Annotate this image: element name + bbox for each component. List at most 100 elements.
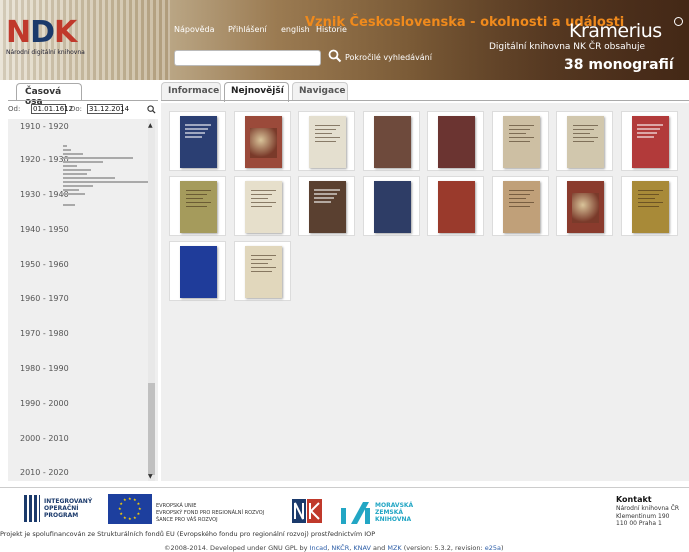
timeline-panel: Časová osa Od: 01.01.1612 Do: 31.12.2014… [8, 83, 158, 481]
cover-title-line [573, 141, 594, 142]
ndk-logo[interactable]: NDK Národní digitální knihovna [6, 18, 102, 58]
book-thumbnail[interactable] [556, 111, 613, 171]
tab-navigation[interactable]: Navigace [292, 82, 348, 100]
eu-star-icon: ★ [133, 514, 137, 520]
tab-timeline[interactable]: Časová osa [16, 83, 82, 107]
incad-link[interactable]: Incad [310, 544, 328, 552]
book-thumbnail[interactable] [427, 176, 484, 236]
book-thumbnail[interactable] [169, 111, 226, 171]
decade-label[interactable]: 1960 - 1970 [20, 294, 69, 303]
book-thumbnail[interactable] [233, 241, 291, 301]
circle-icon[interactable] [674, 17, 683, 26]
cover-title-line [637, 194, 659, 195]
year-bar[interactable] [63, 181, 148, 183]
cover-title-line [250, 259, 272, 260]
cover-title-line [315, 141, 336, 142]
book-thumbnail[interactable] [298, 176, 355, 236]
tab-divider [161, 100, 689, 101]
decade-label[interactable]: 1950 - 1960 [20, 260, 69, 269]
year-bar[interactable] [63, 153, 83, 155]
date-to-field[interactable]: 31.12.2014 [87, 104, 129, 114]
login-link[interactable]: Přihlášení [228, 25, 267, 34]
cover-title-line [508, 206, 530, 207]
book-thumbnail[interactable] [427, 111, 484, 171]
mzk-logo-text: MORAVSKÁ ZEMSKÁ KNIHOVNA [375, 502, 413, 523]
book-thumbnail[interactable] [362, 176, 420, 236]
mzk-text-line: ZEMSKÁ [375, 509, 404, 516]
decade-label[interactable]: 1990 - 2000 [20, 399, 69, 408]
book-thumbnail[interactable] [491, 111, 549, 171]
cover-title-line [314, 201, 331, 203]
date-filter: Od: 01.01.1612 Do: 31.12.2014 [8, 104, 158, 116]
year-bar[interactable] [63, 149, 71, 151]
decade-label[interactable]: 1920 - 1930 [20, 155, 69, 164]
tab-information[interactable]: Informace [161, 82, 221, 100]
mzk-link[interactable]: MZK [387, 544, 401, 552]
cover-title-line [185, 136, 202, 138]
year-bar[interactable] [63, 189, 79, 191]
cover-title-line [314, 193, 337, 195]
year-bar[interactable] [63, 145, 67, 147]
year-bar[interactable] [63, 157, 133, 159]
tab-newest[interactable]: Nejnovější [224, 82, 289, 102]
book-thumbnail[interactable] [233, 111, 291, 171]
decade-label[interactable]: 2010 - 2020 [20, 468, 69, 477]
scroll-down-arrow-icon[interactable]: ▼ [148, 473, 153, 480]
year-bar[interactable] [63, 185, 93, 187]
year-bar[interactable] [63, 204, 75, 206]
date-from-label: Od: [8, 105, 21, 113]
advanced-search-link[interactable]: Pokročilé vyhledávání [345, 53, 432, 62]
book-thumbnail[interactable] [169, 241, 226, 301]
year-bar[interactable] [63, 193, 85, 195]
version-text: (version: 5.3.2, revision: [401, 544, 485, 552]
book-thumbnail[interactable] [620, 176, 678, 236]
book-cover [244, 116, 282, 168]
year-bar[interactable] [63, 161, 103, 163]
knav-link[interactable]: KNAV [353, 544, 371, 552]
cover-title-line [637, 190, 663, 191]
eu-text-line: ŠANCE PRO VÁŠ ROZVOJ [156, 517, 218, 523]
year-bar[interactable] [63, 169, 91, 171]
book-cover [502, 181, 540, 233]
year-bar[interactable] [63, 165, 77, 167]
decade-label[interactable]: 1910 - 1920 [20, 122, 69, 131]
decade-label[interactable]: 1970 - 1980 [20, 329, 69, 338]
book-thumbnail[interactable] [298, 111, 355, 171]
nkcr-link[interactable]: NKČR [331, 544, 349, 552]
scroll-up-arrow-icon[interactable]: ▲ [148, 122, 153, 129]
help-link[interactable]: Nápověda [174, 25, 215, 34]
book-thumbnail[interactable] [362, 111, 420, 171]
year-bar[interactable] [63, 173, 87, 175]
search-icon[interactable] [147, 105, 156, 114]
decade-label[interactable]: 2000 - 2010 [20, 434, 69, 443]
book-thumbnail[interactable] [491, 176, 549, 236]
revision-link[interactable]: e25a [485, 544, 501, 552]
iop-logo-text: INTEGROVANÝ OPERAČNÍ PROGRAM [44, 498, 93, 519]
decade-label[interactable]: 1940 - 1950 [20, 225, 69, 234]
search-icon[interactable] [328, 49, 342, 63]
timeline-chart[interactable]: 1910 - 1920 1920 - 1930 1930 - 1940 1940… [8, 119, 158, 481]
cover-title-line [250, 255, 276, 256]
search-input[interactable] [174, 50, 321, 66]
book-thumbnail[interactable] [620, 111, 678, 171]
eu-text: EVROPSKÁ UNIE EVROPSKÝ FOND PRO REGIONÁL… [156, 503, 264, 524]
timeline-scroll-thumb[interactable] [148, 383, 155, 475]
book-cover [631, 181, 669, 233]
eu-text-line: EVROPSKÝ FOND PRO REGIONÁLNÍ ROZVOJ [156, 510, 265, 516]
cover-title-line [315, 133, 332, 134]
cover-title-line [250, 271, 272, 272]
eu-flag-icon: ★ ★ ★ ★ ★ ★ ★ ★ ★ ★ ★ ★ [108, 494, 152, 524]
cover-title-line [185, 132, 205, 134]
cover-title-line [573, 137, 598, 138]
book-thumbnail[interactable] [556, 176, 613, 236]
eu-star-icon: ★ [136, 511, 141, 516]
year-bar[interactable] [63, 177, 115, 179]
cover-title-line [250, 206, 272, 207]
book-thumbnail[interactable] [169, 176, 226, 236]
book-thumbnail[interactable] [233, 176, 291, 236]
date-from-field[interactable]: 01.01.1612 [31, 104, 73, 114]
decade-label[interactable]: 1930 - 1940 [20, 190, 69, 199]
decade-label[interactable]: 1980 - 1990 [20, 364, 69, 373]
cover-title-line [508, 194, 530, 195]
book-cover [567, 116, 604, 168]
